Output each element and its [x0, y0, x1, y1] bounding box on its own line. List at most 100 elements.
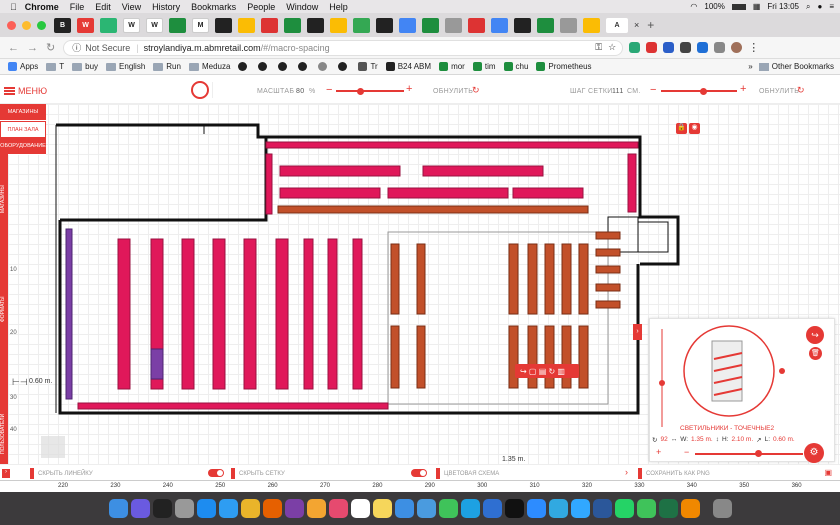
save-png-row[interactable]: СОХРАНИТЬ КАК PNG ▣: [638, 468, 834, 479]
info-icon[interactable]: ⓘ: [72, 41, 81, 54]
hide-ruler-toggle-row[interactable]: СКРЫТЬ ЛИНЕЙКУ: [30, 468, 224, 479]
photos-icon[interactable]: [306, 499, 326, 518]
grid-slider[interactable]: [661, 88, 737, 95]
nav-shops[interactable]: МАГАЗИНЫ: [0, 104, 46, 121]
extension-icon[interactable]: [680, 42, 692, 53]
clock[interactable]: Fri 13:05: [767, 2, 799, 11]
lamp-plus-icon[interactable]: +: [656, 447, 661, 457]
delete-icon[interactable]: 🗑: [809, 347, 822, 360]
browser-tab[interactable]: [399, 17, 416, 33]
messages-icon[interactable]: [438, 499, 458, 518]
more-menu-icon[interactable]: ⋮: [748, 41, 759, 54]
apple-icon[interactable]: : [10, 2, 17, 12]
menu-window[interactable]: Window: [286, 2, 318, 12]
settings-gear-icon[interactable]: ⚙: [804, 443, 824, 463]
browser-tab[interactable]: [583, 17, 600, 33]
menu-file[interactable]: File: [70, 2, 85, 12]
reset-grid-label[interactable]: ОБНУЛИТЬ: [759, 88, 799, 95]
extension-icon[interactable]: [697, 42, 709, 53]
whatsapp-icon[interactable]: [614, 499, 634, 518]
other-bookmarks[interactable]: Other Bookmarks: [772, 62, 834, 71]
mail-icon[interactable]: [394, 499, 414, 518]
reset-grid-icon[interactable]: ↻: [797, 85, 805, 96]
browser-tab[interactable]: [100, 17, 117, 33]
browser-tab[interactable]: W: [77, 17, 94, 33]
nav-equipment[interactable]: ОБОРУДОВАНИЕ: [0, 138, 46, 155]
menu-history[interactable]: History: [152, 2, 180, 12]
lamp-minus-icon[interactable]: −: [684, 447, 689, 457]
notes-icon[interactable]: [372, 499, 392, 518]
siri-icon[interactable]: [130, 499, 150, 518]
bookmark-item[interactable]: [258, 62, 270, 71]
panel-collapse-icon[interactable]: ›: [633, 324, 642, 340]
vtab-formats[interactable]: ФОРМАТЫ: [0, 284, 8, 334]
grid-plus-icon[interactable]: +: [740, 83, 746, 95]
rotation-value[interactable]: 92: [660, 436, 667, 444]
bookmark-item[interactable]: [278, 62, 290, 71]
close-window-button[interactable]: [7, 20, 16, 30]
zoom-icon[interactable]: [526, 499, 546, 518]
browser-tab[interactable]: [353, 17, 370, 33]
new-tab-button[interactable]: +: [647, 18, 654, 32]
extension-icon[interactable]: [714, 42, 726, 53]
scale-slider[interactable]: [336, 88, 404, 95]
bookmark-item[interactable]: chu: [503, 62, 528, 71]
close-tab-icon[interactable]: ×: [634, 20, 639, 30]
browser-tab[interactable]: [215, 17, 232, 33]
key-icon[interactable]: ⚿: [595, 42, 602, 53]
browser-tab[interactable]: W: [146, 17, 163, 33]
lamp-size-slider[interactable]: [695, 453, 803, 455]
extension-icon[interactable]: [663, 42, 675, 53]
browser-tab[interactable]: W: [123, 17, 140, 33]
user-icon[interactable]: ●: [817, 2, 822, 11]
bookmark-item[interactable]: English: [106, 62, 145, 71]
minimize-window-button[interactable]: [22, 20, 31, 30]
bookmark-item[interactable]: Meduza: [188, 62, 230, 71]
bookmark-item[interactable]: [318, 62, 330, 71]
menu-view[interactable]: View: [122, 2, 141, 12]
vtab-shops[interactable]: МАГАЗИНЫ: [0, 174, 8, 224]
nav-floor-plan[interactable]: ПЛАН ЗАЛА: [0, 121, 46, 138]
3d-box-icon[interactable]: [41, 436, 65, 458]
browser-tab[interactable]: [514, 17, 531, 33]
reset-scale-label[interactable]: ОБНУЛИТЬ: [433, 88, 473, 95]
bookmark-item[interactable]: Prometheus: [536, 62, 592, 71]
browser-tab[interactable]: [284, 17, 301, 33]
chrome-icon[interactable]: [240, 499, 260, 518]
zoom-in-icon[interactable]: +: [406, 83, 412, 95]
scale-value[interactable]: 80: [296, 88, 304, 95]
browser-tab[interactable]: [445, 17, 462, 33]
hide-grid-toggle-row[interactable]: СКРЫТЬ СЕТКУ: [231, 468, 427, 479]
tor-icon[interactable]: [284, 499, 304, 518]
browser-tab[interactable]: [376, 17, 393, 33]
battery-icon[interactable]: [731, 3, 746, 10]
browser-tab[interactable]: [560, 17, 577, 33]
browser-tab[interactable]: [422, 17, 439, 33]
browser-tab[interactable]: [537, 17, 554, 33]
search-icon[interactable]: ⌕: [806, 2, 810, 12]
browser-tab[interactable]: [261, 17, 278, 33]
extension-icon[interactable]: [646, 42, 658, 53]
flag-icon[interactable]: ▦: [753, 2, 761, 11]
browser-tab[interactable]: [491, 17, 508, 33]
launchpad-icon[interactable]: [174, 499, 194, 518]
bookmark-item[interactable]: [238, 62, 250, 71]
bookmark-item[interactable]: [298, 62, 310, 71]
browser-tab[interactable]: [169, 17, 186, 33]
grid-minus-icon[interactable]: −: [650, 84, 656, 96]
more-bookmarks-icon[interactable]: »: [748, 62, 752, 71]
safari-icon[interactable]: [218, 499, 238, 518]
bookmark-item[interactable]: Run: [153, 62, 181, 71]
teamviewer-icon[interactable]: [482, 499, 502, 518]
terminal-icon[interactable]: [504, 499, 524, 518]
calendar-icon[interactable]: [350, 499, 370, 518]
width-value[interactable]: 1.35 m.: [691, 436, 713, 444]
trash-icon[interactable]: [712, 499, 732, 518]
color-scheme-row[interactable]: ЦВЕТОВАЯ СХЕМА ›: [436, 467, 630, 479]
telegram-icon[interactable]: [548, 499, 568, 518]
activity-icon[interactable]: [152, 499, 172, 518]
list-icon[interactable]: ≡: [829, 2, 834, 11]
lamp-slider-knob[interactable]: [755, 450, 762, 457]
forward-icon[interactable]: →: [27, 42, 38, 54]
hide-panel-icon[interactable]: ›: [2, 469, 10, 478]
